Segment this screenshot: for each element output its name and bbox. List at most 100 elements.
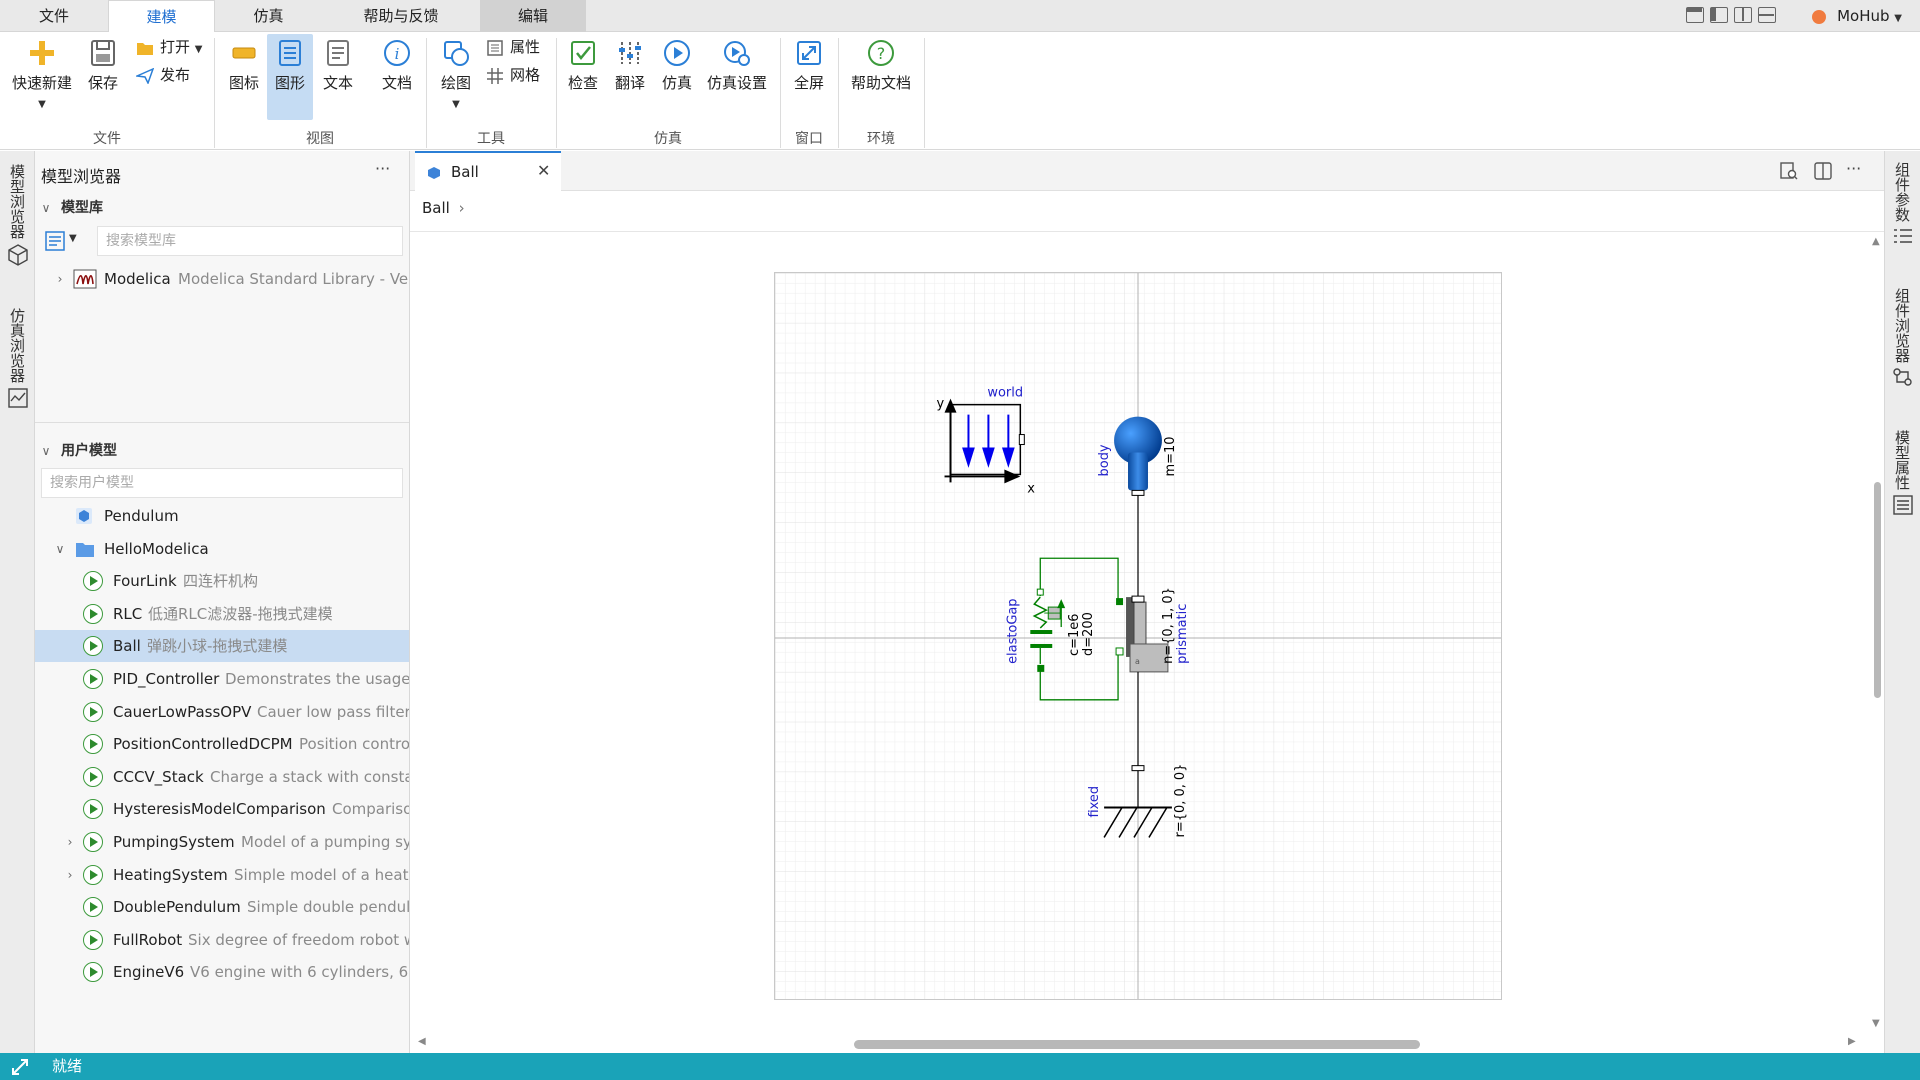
chevron-down-icon[interactable]: ∨	[53, 533, 67, 565]
model-cube-icon	[76, 508, 92, 524]
tree-row-fullrobot[interactable]: FullRobot Six degree of freedom robot wit…	[35, 924, 409, 956]
grid-button[interactable]: 网格	[486, 64, 540, 86]
play-icon[interactable]	[83, 930, 103, 950]
vertical-scrollbar[interactable]: ▲ ▼	[1870, 232, 1884, 1032]
fullscreen-button[interactable]: 全屏	[788, 38, 830, 118]
chevron-right-icon[interactable]: ›	[63, 826, 77, 858]
tree-row-enginev6[interactable]: EngineV6 V6 engine with 6 cylinders, 6 pl…	[35, 956, 409, 988]
tree-row-ball[interactable]: Ball 弹跳小球-拖拽式建模	[35, 630, 409, 662]
gear-play-icon	[724, 41, 750, 66]
library-view-toggle[interactable]: ▼	[43, 226, 79, 256]
side-tab-component-params-label: 组件参数	[1894, 161, 1910, 224]
tree-row-rlc[interactable]: RLC 低通RLC滤波器-拖拽式建模	[35, 598, 409, 630]
ball-diagram[interactable]: world y x body m=10 elastoGap c=1e6 d=20…	[774, 272, 1502, 1000]
play-icon[interactable]	[83, 604, 103, 624]
simulate-button[interactable]: 仿真	[656, 38, 698, 118]
tree-row-fourlink[interactable]: FourLink 四连杆机构	[35, 565, 409, 597]
chevron-right-icon[interactable]: ›	[63, 859, 77, 891]
scroll-up-icon[interactable]: ▲	[1872, 236, 1880, 247]
user-section-header[interactable]: ∨ 用户模型	[35, 437, 409, 465]
side-tab-component-browser[interactable]: 组件浏览器	[1885, 289, 1920, 389]
chevron-down-icon: ▼	[452, 99, 460, 110]
view-graphic-button[interactable]: 图形	[267, 34, 313, 120]
vertical-scroll-thumb[interactable]	[1874, 482, 1881, 698]
doc-tab-ball[interactable]: Ball ✕	[415, 151, 561, 191]
more-options-icon[interactable]: ···	[1846, 159, 1861, 178]
tree-row-cauerlowpassopv[interactable]: CauerLowPassOPV Cauer low pass filter wit…	[35, 696, 409, 728]
close-icon[interactable]: ✕	[537, 161, 550, 180]
menu-tab-file[interactable]: 文件	[0, 0, 108, 32]
save-button[interactable]: 保存	[82, 38, 124, 118]
play-icon[interactable]	[83, 865, 103, 885]
scroll-down-icon[interactable]: ▼	[1872, 1018, 1880, 1029]
chevron-down-icon: ▼	[38, 99, 46, 110]
play-icon[interactable]	[83, 962, 103, 982]
horizontal-scroll-thumb[interactable]	[854, 1040, 1420, 1049]
more-options-icon[interactable]: ···	[375, 159, 390, 178]
tree-item-name: EngineV6	[113, 963, 185, 981]
scroll-right-icon[interactable]: ▶	[1848, 1036, 1856, 1047]
search-doc-icon[interactable]	[1780, 162, 1798, 180]
breadcrumb-item[interactable]: Ball	[422, 199, 450, 217]
layout-single-icon[interactable]	[1686, 7, 1704, 23]
remote-connection-icon[interactable]	[10, 1057, 30, 1077]
tree-row-modelica[interactable]: › Modelica Modelica Standard Library - V…	[35, 263, 409, 295]
menu-tab-help[interactable]: 帮助与反馈	[322, 0, 480, 32]
tree-row-cccv_stack[interactable]: CCCV_Stack Charge a stack with constant c…	[35, 761, 409, 793]
menu-tab-modeling[interactable]: 建模	[108, 0, 215, 33]
user-search-input[interactable]: 搜索用户模型	[41, 468, 403, 498]
attributes-button[interactable]: 属性	[486, 36, 540, 58]
play-icon[interactable]	[83, 571, 103, 591]
library-section-header[interactable]: ∨ 模型库	[35, 194, 409, 222]
tree-row-hellomodelica[interactable]: ∨ HelloModelica	[35, 533, 409, 565]
open-button[interactable]: 打开 ▼	[136, 36, 203, 58]
side-tab-model-props[interactable]: 模型属性	[1885, 431, 1920, 518]
tree-row-heatingsystem[interactable]: › HeatingSystem Simple model of a heating …	[35, 859, 409, 891]
tree-row-pumpingsystem[interactable]: › PumpingSystem Model of a pumping system	[35, 826, 409, 858]
tree-row-doublependulum[interactable]: DoublePendulum Simple double pendulum	[35, 891, 409, 923]
split-view-icon[interactable]	[1814, 162, 1832, 180]
breadcrumb[interactable]: Ball ›	[422, 199, 465, 217]
layout-left-icon[interactable]	[1710, 7, 1728, 23]
play-icon[interactable]	[83, 734, 103, 754]
play-icon[interactable]	[83, 799, 103, 819]
check-button[interactable]: 检查	[562, 38, 604, 118]
play-icon[interactable]	[83, 767, 103, 787]
doc-tab-label: Ball	[451, 163, 479, 181]
side-tab-sim-browser[interactable]: 仿真浏览器	[0, 309, 35, 411]
view-doc-button[interactable]: i 文档	[375, 38, 419, 118]
side-tab-model-browser[interactable]: 模型浏览器	[0, 165, 35, 269]
scroll-left-icon[interactable]: ◀	[418, 1036, 426, 1047]
quick-new-button[interactable]: 快速新建 ▼	[6, 38, 78, 118]
horizontal-scrollbar[interactable]: ◀ ▶	[410, 1036, 1870, 1052]
menu-tab-simulation[interactable]: 仿真	[215, 0, 322, 32]
diagram-canvas[interactable]: world y x body m=10 elastoGap c=1e6 d=20…	[410, 231, 1884, 1053]
publish-button[interactable]: 发布	[136, 64, 190, 86]
translate-button[interactable]: 翻译	[608, 38, 652, 118]
tree-row-positioncontrolleddcpm[interactable]: PositionControlledDCPM Position controlle…	[35, 728, 409, 760]
play-icon[interactable]	[83, 702, 103, 722]
play-icon[interactable]	[83, 636, 103, 656]
draw-button[interactable]: 绘图 ▼	[434, 38, 478, 118]
menu-tab-edit[interactable]: 编辑	[480, 0, 586, 32]
tree-item-desc: Modelica Standard Library - Version	[178, 270, 409, 288]
view-icon-button[interactable]: 图标	[222, 38, 266, 118]
tree-row-hysteresismodelcomparison[interactable]: HysteresisModelComparison Comparison o	[35, 793, 409, 825]
tree-item-desc: 四连杆机构	[183, 572, 259, 590]
help-doc-button[interactable]: ? 帮助文档	[846, 38, 916, 118]
play-icon[interactable]	[83, 832, 103, 852]
user-menu[interactable]: MoHub ▼	[1812, 0, 1902, 32]
tree-row-pendulum[interactable]: Pendulum	[35, 500, 409, 532]
tree-item-name: HysteresisModelComparison	[113, 800, 326, 818]
group-label-sim: 仿真	[654, 131, 682, 147]
view-text-button[interactable]: 文本	[316, 38, 360, 118]
layout-bottom-icon[interactable]	[1758, 7, 1776, 23]
library-search-input[interactable]: 搜索模型库	[97, 226, 403, 256]
layout-split-icon[interactable]	[1734, 7, 1752, 23]
tree-row-pid_controller[interactable]: PID_Controller Demonstrates the usage of …	[35, 663, 409, 695]
graphic-view-icon	[279, 40, 301, 66]
sim-settings-button[interactable]: 仿真设置	[702, 38, 772, 118]
play-icon[interactable]	[83, 897, 103, 917]
side-tab-component-params[interactable]: 组件参数	[1885, 163, 1920, 248]
play-icon[interactable]	[83, 669, 103, 689]
